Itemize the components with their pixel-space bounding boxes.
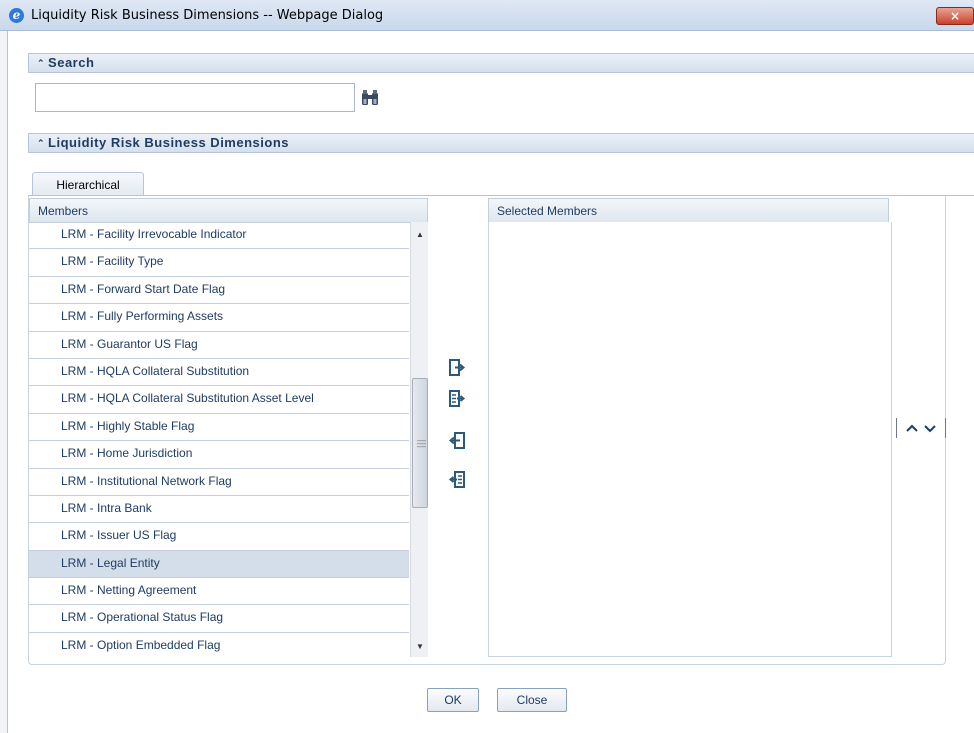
window-title: Liquidity Risk Business Dimensions -- We…: [31, 8, 384, 23]
window-close-button[interactable]: ×: [936, 7, 974, 25]
list-item-selected[interactable]: LRM - Legal Entity: [29, 550, 409, 579]
collapse-icon: ⌃: [37, 138, 46, 148]
window-frame: [0, 31, 8, 733]
scroll-up-arrow-icon[interactable]: ▲: [411, 226, 429, 244]
list-item[interactable]: LRM - Option Embedded Flag: [29, 633, 409, 657]
binoculars-icon[interactable]: [361, 89, 379, 107]
selected-members-header: Selected Members: [488, 198, 889, 223]
list-item[interactable]: LRM - Facility Irrevocable Indicator: [29, 222, 409, 250]
search-input[interactable]: [35, 83, 355, 112]
grip-icon: — — —: [417, 435, 426, 451]
list-item[interactable]: LRM - Operational Status Flag: [29, 605, 409, 633]
list-item[interactable]: LRM - Guarantor US Flag: [29, 332, 409, 359]
title-bar: e Liquidity Risk Business Dimensions -- …: [0, 0, 974, 31]
list-item[interactable]: LRM - Institutional Network Flag: [29, 469, 409, 496]
list-item[interactable]: LRM - Issuer US Flag: [29, 523, 409, 551]
order-controls: [896, 418, 946, 438]
dimensions-section-header[interactable]: ⌃ Liquidity Risk Business Dimensions: [28, 133, 974, 153]
members-list: LRM - Facility Irrevocable Indicator LRM…: [29, 222, 409, 657]
list-item[interactable]: LRM - Home Jurisdiction: [29, 441, 409, 469]
list-item[interactable]: LRM - Highly Stable Flag: [29, 414, 409, 442]
list-item[interactable]: LRM - Facility Type: [29, 249, 409, 277]
search-section-title: Search: [48, 55, 95, 70]
select-icon[interactable]: [448, 358, 466, 378]
list-item[interactable]: LRM - Netting Agreement: [29, 578, 409, 606]
list-item[interactable]: LRM - Intra Bank: [29, 496, 409, 524]
members-header: Members: [29, 198, 428, 223]
list-item[interactable]: LRM - HQLA Collateral Substitution: [29, 359, 409, 387]
move-up-icon[interactable]: [905, 421, 919, 435]
deselect-icon[interactable]: [448, 431, 466, 451]
ok-button[interactable]: OK: [427, 688, 479, 712]
members-scrollbar[interactable]: ▲ — — — ▼: [410, 222, 428, 657]
deselect-all-icon[interactable]: [448, 470, 466, 490]
search-section-header[interactable]: ⌃ Search: [28, 53, 974, 73]
scroll-down-arrow-icon[interactable]: ▼: [411, 638, 429, 656]
scrollbar-thumb[interactable]: — — —: [412, 378, 428, 508]
collapse-icon: ⌃: [37, 58, 46, 68]
list-item[interactable]: LRM - Fully Performing Assets: [29, 304, 409, 332]
selected-members-list[interactable]: [488, 222, 892, 657]
browser-icon: e: [9, 8, 24, 23]
dimensions-section-title: Liquidity Risk Business Dimensions: [48, 135, 289, 150]
move-down-icon[interactable]: [923, 421, 937, 435]
list-item[interactable]: LRM - Forward Start Date Flag: [29, 277, 409, 305]
close-button[interactable]: Close: [497, 688, 567, 712]
select-all-icon[interactable]: [448, 389, 466, 409]
list-item[interactable]: LRM - HQLA Collateral Substitution Asset…: [29, 386, 409, 414]
tab-hierarchical[interactable]: Hierarchical: [32, 172, 144, 196]
